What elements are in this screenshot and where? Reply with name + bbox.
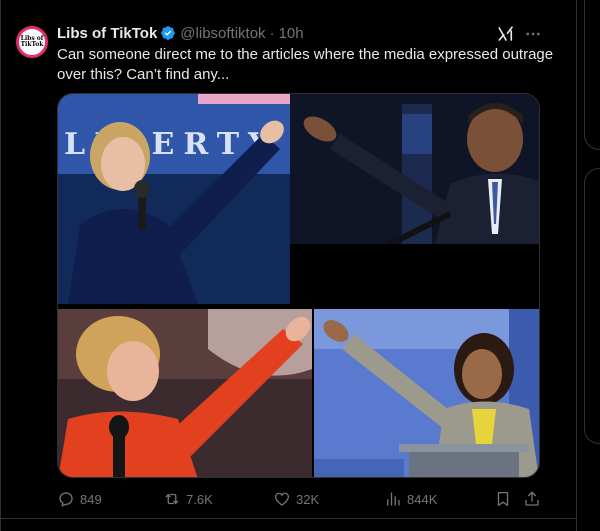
display-name[interactable]: Libs of TikTok bbox=[57, 25, 157, 42]
analytics-icon bbox=[387, 492, 400, 506]
photo-bottom-left[interactable] bbox=[58, 309, 312, 477]
bookmark-icon bbox=[497, 491, 509, 507]
repost-button[interactable]: 7.6K bbox=[163, 488, 213, 510]
column-divider bbox=[576, 0, 577, 531]
photo-gap bbox=[290, 244, 539, 304]
handle[interactable]: @libsoftiktok bbox=[180, 25, 265, 42]
reply-button[interactable]: 849 bbox=[57, 488, 102, 510]
timestamp[interactable]: 10h bbox=[279, 25, 304, 42]
separator: · bbox=[269, 24, 275, 42]
like-button[interactable]: 32K bbox=[273, 488, 319, 510]
more-options-icon[interactable] bbox=[524, 25, 542, 43]
verified-badge-icon[interactable] bbox=[160, 25, 176, 41]
photo-bottom-right[interactable] bbox=[314, 309, 539, 477]
photo-top-right[interactable] bbox=[290, 94, 539, 244]
right-sidebar-card bbox=[584, 168, 600, 444]
like-count: 32K bbox=[296, 491, 320, 507]
heart-icon bbox=[274, 492, 290, 506]
views-count: 844K bbox=[407, 491, 438, 507]
tweet-actions: 849 7.6K 32K 844K bbox=[57, 488, 547, 510]
reply-icon bbox=[59, 492, 73, 507]
tweet-header: Libs of TikTok @libsoftiktok · 10h bbox=[57, 23, 304, 43]
views-button[interactable]: 844K bbox=[384, 488, 437, 510]
repost-count: 7.6K bbox=[186, 491, 213, 507]
avatar-logo-text: Libs of TikTok bbox=[20, 35, 44, 48]
photo-illustration bbox=[314, 309, 539, 477]
tweet-text: Can someone direct me to the articles wh… bbox=[57, 46, 554, 83]
grok-icon[interactable] bbox=[497, 25, 515, 43]
tweet-media-grid[interactable]: LIBERTY C bbox=[57, 93, 540, 478]
avatar[interactable]: Libs of TikTok bbox=[16, 26, 48, 58]
left-border bbox=[0, 0, 1, 531]
share-button[interactable] bbox=[523, 488, 541, 510]
reply-count: 849 bbox=[80, 491, 102, 507]
photo-illustration bbox=[58, 309, 312, 477]
share-icon bbox=[525, 491, 539, 506]
photo-illustration bbox=[290, 94, 539, 244]
photo-illustration: LIBERTY C bbox=[58, 94, 290, 304]
right-sidebar-card bbox=[584, 0, 600, 150]
photo-top-left[interactable]: LIBERTY C bbox=[58, 94, 290, 304]
tweet-separator bbox=[0, 518, 576, 519]
bookmark-button[interactable] bbox=[494, 488, 512, 510]
repost-icon bbox=[165, 493, 179, 505]
